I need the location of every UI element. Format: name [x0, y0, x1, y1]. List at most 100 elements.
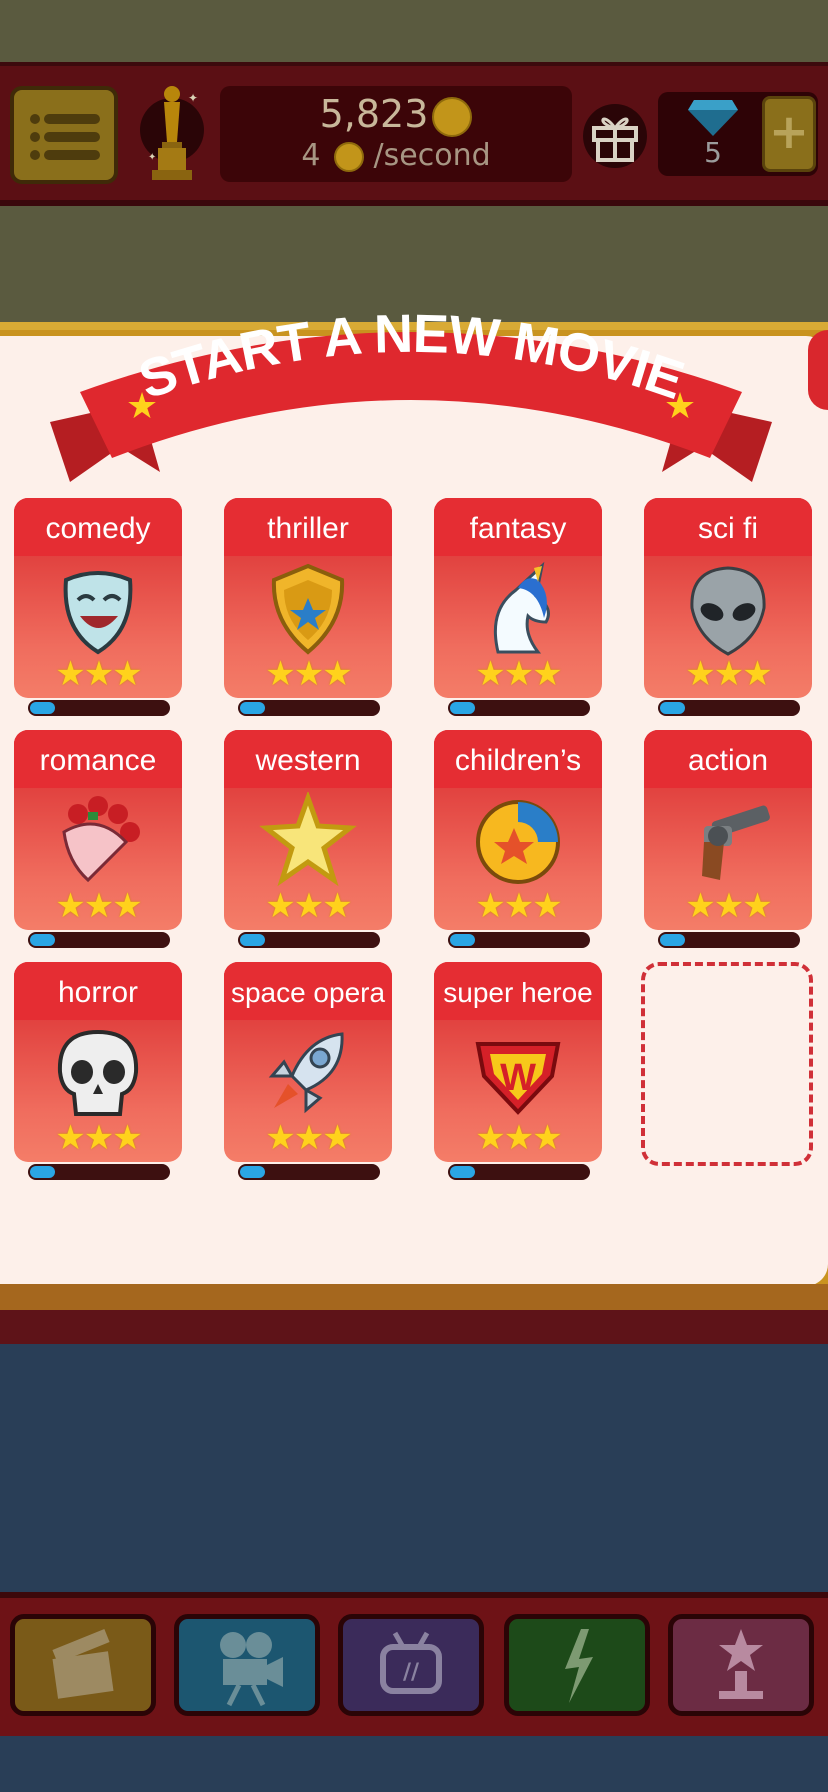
genre-card-sci-fi[interactable]: sci fi ★★★	[644, 498, 812, 698]
genre-card-super-heroe[interactable]: super heroe W ★★★	[434, 962, 602, 1162]
genre-card-horror[interactable]: horror ★★★	[14, 962, 182, 1162]
genre-card-romance[interactable]: romance ★★★	[14, 730, 182, 930]
genre-progress-bar	[658, 932, 800, 948]
skull-icon	[57, 1029, 139, 1116]
menu-button[interactable]	[10, 86, 118, 184]
genre-star-rating: ★★★	[265, 654, 352, 694]
genre-card-fantasy[interactable]: fantasy ★★★	[434, 498, 602, 698]
svg-text:✦: ✦	[148, 152, 156, 163]
add-gems-button[interactable]: +	[762, 96, 816, 172]
genre-progress-bar	[238, 932, 380, 948]
genre-card-action[interactable]: action ★★★	[644, 730, 812, 930]
genre-star-rating: ★★★	[55, 1118, 142, 1158]
comedy-mask-icon	[63, 571, 133, 655]
genre-card-title: romance	[14, 730, 182, 788]
genre-star-rating: ★★★	[265, 1118, 352, 1158]
svg-text:✦: ✦	[188, 91, 198, 105]
dimmed-background	[0, 1344, 828, 1592]
genre-progress-bar	[28, 700, 170, 716]
sheriff-star-icon	[259, 792, 357, 887]
genre-progress-fill	[30, 934, 55, 946]
panel-base	[0, 1310, 828, 1346]
genre-star-rating: ★★★	[55, 886, 142, 926]
svg-text:W: W	[500, 1057, 536, 1099]
revolver-icon	[702, 805, 770, 880]
nav-movies-button[interactable]	[10, 1614, 156, 1716]
genre-card-western[interactable]: western ★★★	[224, 730, 392, 930]
gem-count: 5	[704, 136, 722, 169]
alien-icon	[690, 566, 766, 656]
genre-star-rating: ★★★	[475, 1118, 562, 1158]
genre-card-title: western	[224, 730, 392, 788]
coin-total: 5,823	[220, 92, 572, 137]
genre-progress-fill	[30, 1166, 55, 1178]
nav-studio-button[interactable]	[174, 1614, 320, 1716]
income-rate-suffix: /second	[373, 138, 491, 173]
genre-star-rating: ★★★	[475, 886, 562, 926]
genre-star-rating: ★★★	[55, 654, 142, 694]
unicorn-icon	[493, 561, 550, 654]
genre-card-title: sci fi	[644, 498, 812, 556]
star-icon: ★	[664, 386, 696, 427]
genre-progress-fill	[240, 934, 265, 946]
ball-icon	[476, 800, 560, 884]
nav-boost-button[interactable]	[504, 1614, 650, 1716]
genre-progress-bar	[448, 1164, 590, 1180]
genre-progress-fill	[450, 934, 475, 946]
award-trophy-icon	[719, 1629, 763, 1699]
movie-camera-icon	[220, 1632, 283, 1707]
genre-progress-bar	[28, 1164, 170, 1180]
income-rate: 4 /second	[220, 138, 572, 173]
currency-panel: 5,823 4 /second	[220, 86, 572, 182]
genre-card-title: fantasy	[434, 498, 602, 556]
genre-progress-fill	[450, 1166, 475, 1178]
genre-progress-bar	[658, 700, 800, 716]
close-button[interactable]	[808, 330, 828, 410]
genre-card-title: comedy	[14, 498, 182, 556]
bottom-nav: //	[0, 1592, 828, 1736]
income-rate-value: 4	[301, 138, 321, 173]
title-ribbon: START A NEW MOVIE ★ ★	[50, 304, 772, 482]
dimmed-background	[0, 1736, 828, 1792]
gift-icon[interactable]	[582, 100, 648, 170]
genre-progress-fill	[450, 702, 475, 714]
genre-card-title: space opera	[224, 962, 392, 1020]
coin-icon	[333, 141, 364, 172]
genre-progress-bar	[448, 932, 590, 948]
oscar-statue-icon[interactable]: ✦ ✦	[140, 80, 204, 190]
genre-card-thriller[interactable]: thriller ★★★	[224, 498, 392, 698]
gem-panel: 5 +	[658, 92, 818, 176]
coin-icon	[432, 96, 473, 137]
police-badge-icon	[271, 563, 345, 655]
genre-card-title: action	[644, 730, 812, 788]
svg-text://: //	[403, 1660, 420, 1685]
flower-bouquet-icon	[62, 796, 140, 883]
genre-star-rating: ★★★	[685, 654, 772, 694]
genre-progress-fill	[240, 1166, 265, 1178]
genre-progress-fill	[660, 702, 685, 714]
genre-card-children-s[interactable]: children’s ★★★	[434, 730, 602, 930]
nav-awards-button[interactable]	[668, 1614, 814, 1716]
genre-card-title: horror	[14, 962, 182, 1020]
genre-progress-bar	[238, 1164, 380, 1180]
tv-icon: //	[380, 1631, 442, 1694]
dimmed-background	[0, 0, 828, 62]
empty-genre-slot	[641, 962, 813, 1166]
genre-progress-fill	[30, 702, 55, 714]
superhero-emblem-icon: W	[475, 1042, 561, 1115]
star-icon: ★	[126, 386, 158, 427]
genre-progress-fill	[240, 702, 265, 714]
genre-progress-bar	[28, 932, 170, 948]
genre-card-title: thriller	[224, 498, 392, 556]
genre-progress-bar	[448, 700, 590, 716]
genre-progress-fill	[660, 934, 685, 946]
genre-card-space-opera[interactable]: space opera ★★★	[224, 962, 392, 1162]
nav-tv-button[interactable]: //	[338, 1614, 484, 1716]
rocket-icon	[268, 1032, 344, 1114]
genre-star-rating: ★★★	[265, 886, 352, 926]
clapperboard-icon	[52, 1629, 114, 1699]
genre-card-title: children’s	[434, 730, 602, 788]
lightning-icon	[565, 1629, 593, 1703]
diamond-icon	[688, 100, 738, 136]
genre-card-comedy[interactable]: comedy ★★★	[14, 498, 182, 698]
